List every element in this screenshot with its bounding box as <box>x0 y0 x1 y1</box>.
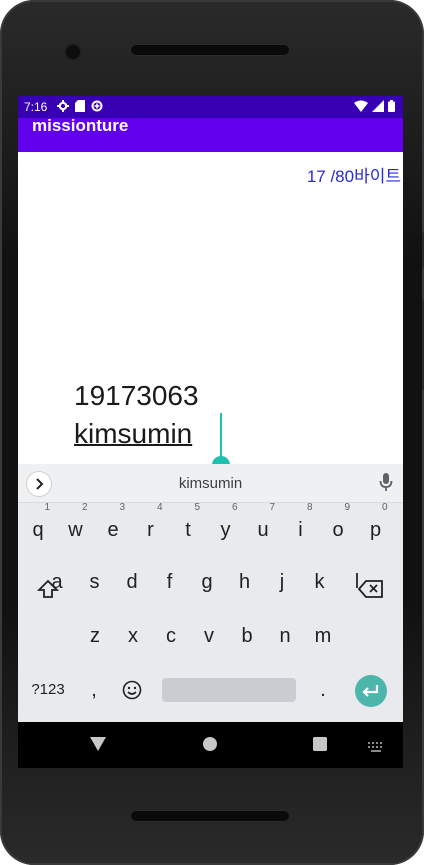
space-key[interactable] <box>162 678 296 702</box>
key-m[interactable]: m <box>305 614 341 658</box>
key-b[interactable]: b <box>229 614 265 658</box>
key-u[interactable]: 7u <box>245 502 281 552</box>
backspace-icon <box>357 580 383 598</box>
keyboard-switch-icon[interactable] <box>368 739 384 757</box>
app-title: missionture <box>32 116 129 135</box>
byte-counter: 17 /80바이트 <box>306 167 401 186</box>
key-hint: 1 <box>44 502 50 513</box>
key-hint: 0 <box>381 502 388 513</box>
signal-icon <box>372 100 384 115</box>
key-t[interactable]: 5t <box>170 502 206 552</box>
key-o[interactable]: 9o <box>320 502 356 552</box>
period-key[interactable]: . <box>305 668 341 712</box>
recents-icon[interactable] <box>313 737 327 756</box>
key-p[interactable]: 0p <box>358 502 394 552</box>
key-label: r <box>147 519 154 541</box>
key-hint: 7 <box>269 502 275 513</box>
suggestion-word[interactable]: kimsumin <box>18 475 403 492</box>
key-q[interactable]: 1q <box>20 502 56 552</box>
soft-keyboard: kimsumin 1q2w3e4r5t6y7u8i9o0p asdfghjkl … <box>18 464 403 722</box>
phone-frame: 7:16 missionture 17 /80바이트 19173063 kims… <box>0 0 424 865</box>
key-label: y <box>220 519 231 541</box>
input-line-2: kimsumin <box>74 418 193 449</box>
text-cursor <box>220 413 222 459</box>
key-v[interactable]: v <box>191 614 227 658</box>
enter-icon <box>362 685 379 697</box>
earpiece-speaker <box>130 44 290 56</box>
key-k[interactable]: k <box>302 560 338 604</box>
key-label: t <box>185 519 191 541</box>
status-bar: 7:16 <box>18 96 403 118</box>
key-c[interactable]: c <box>153 614 189 658</box>
front-camera <box>66 45 80 59</box>
enter-key[interactable] <box>355 675 387 707</box>
key-hint: 4 <box>156 502 163 513</box>
key-r[interactable]: 4r <box>133 502 169 552</box>
key-s[interactable]: s <box>77 560 113 604</box>
shift-icon <box>36 579 60 598</box>
key-hint: 3 <box>119 502 125 513</box>
key-x[interactable]: x <box>115 614 151 658</box>
key-hint: 2 <box>81 502 88 513</box>
key-label: i <box>298 519 303 541</box>
bottom-speaker <box>130 810 290 822</box>
shift-key[interactable] <box>30 567 66 611</box>
wifi-icon <box>354 100 368 115</box>
app-bar: missionture <box>18 116 403 152</box>
settings-icon <box>57 99 70 115</box>
key-label: u <box>257 519 269 541</box>
key-y[interactable]: 6y <box>208 502 244 552</box>
key-z[interactable]: z <box>77 614 113 658</box>
key-hint: 9 <box>344 502 350 513</box>
key-n[interactable]: n <box>267 614 303 658</box>
data-saver-icon <box>91 100 103 115</box>
input-line-1: 19173063 <box>74 380 199 411</box>
key-f[interactable]: f <box>152 560 188 604</box>
back-icon[interactable] <box>90 737 106 756</box>
screen: 7:16 missionture 17 /80바이트 19173063 kims… <box>18 96 403 768</box>
key-g[interactable]: g <box>189 560 225 604</box>
backspace-key[interactable] <box>353 567 389 611</box>
suggestion-strip: kimsumin <box>18 464 403 503</box>
navigation-bar <box>18 722 403 768</box>
emoji-icon <box>122 680 142 700</box>
key-h[interactable]: h <box>227 560 263 604</box>
battery-icon <box>388 100 395 115</box>
home-icon[interactable] <box>203 737 217 756</box>
key-hint: 5 <box>194 502 200 513</box>
status-time: 7:16 <box>24 100 48 114</box>
sd-card-icon <box>75 99 86 115</box>
key-d[interactable]: d <box>114 560 150 604</box>
key-label: w <box>68 519 83 541</box>
key-j[interactable]: j <box>264 560 300 604</box>
key-hint: 8 <box>306 502 313 513</box>
key-label: p <box>369 519 382 541</box>
key-label: q <box>32 519 44 541</box>
comma-key[interactable]: , <box>76 668 112 712</box>
mic-icon[interactable] <box>379 472 393 497</box>
emoji-key[interactable] <box>114 668 150 712</box>
key-label: e <box>107 519 119 541</box>
message-input[interactable]: 19173063 kimsumin <box>74 377 199 453</box>
key-hint: 6 <box>231 502 238 513</box>
key-i[interactable]: 8i <box>283 502 319 552</box>
key-e[interactable]: 3e <box>95 502 131 552</box>
key-w[interactable]: 2w <box>58 502 94 552</box>
symbols-key[interactable]: ?123 <box>26 668 70 712</box>
key-label: o <box>332 519 344 541</box>
